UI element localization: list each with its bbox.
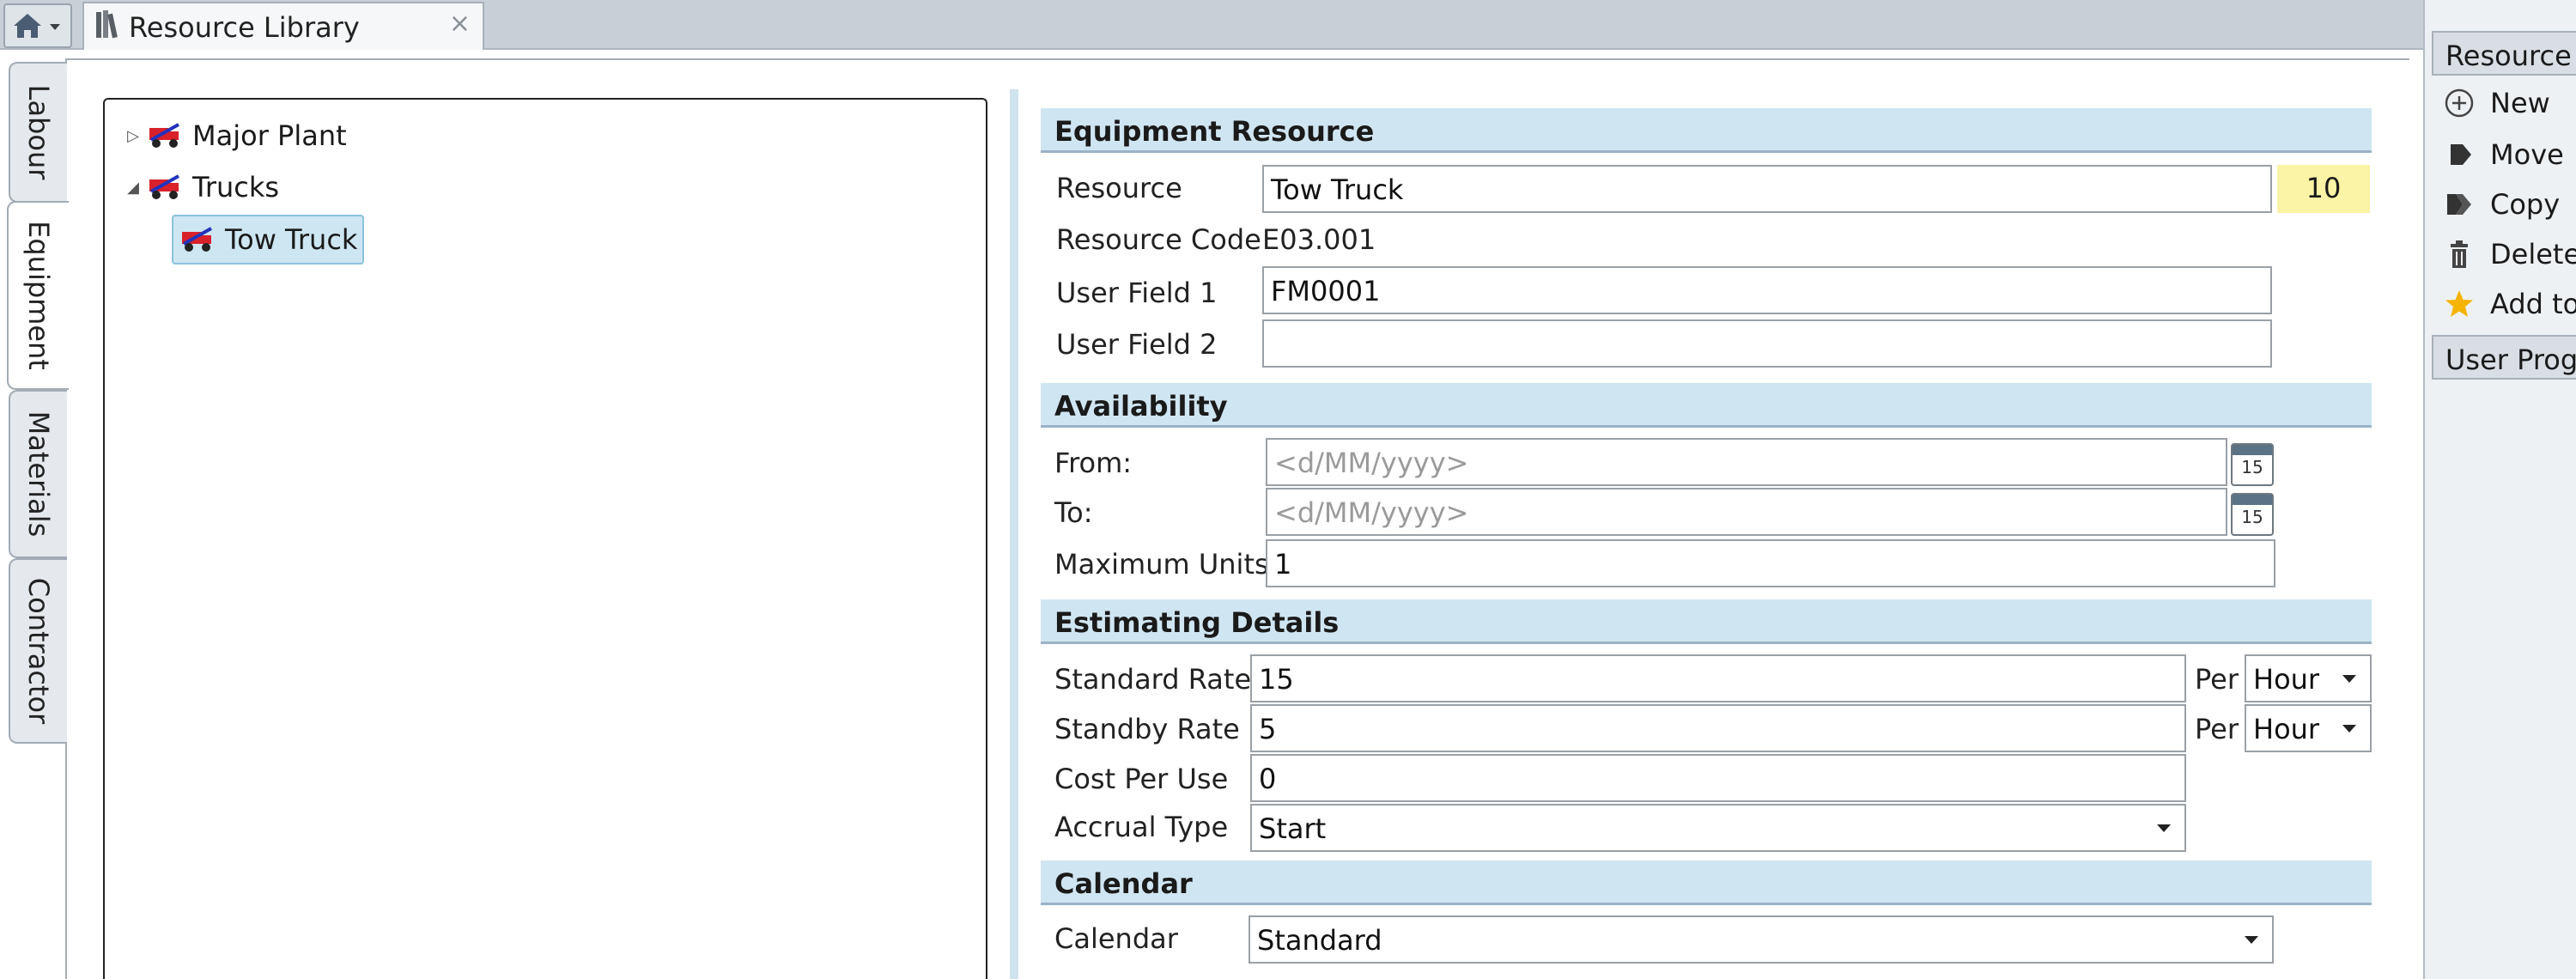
to-date-input[interactable]: <d/MM/yyyy> <box>1266 488 2227 536</box>
to-calendar-icon[interactable]: 15 <box>2231 493 2274 536</box>
copy-resource-button[interactable]: Copy <box>2432 180 2576 228</box>
standby-rate-label: Standby Rate <box>1054 713 1240 745</box>
calendar-select[interactable]: Standard <box>1249 915 2274 964</box>
maximum-units-input[interactable]: 1 <box>1266 539 2275 587</box>
accrual-type-select[interactable]: Start <box>1250 804 2186 852</box>
resource-code-label: Resource Code <box>1056 223 1261 256</box>
standard-rate-label: Standard Rate <box>1054 663 1252 696</box>
side-tab-label: Equipment <box>22 221 55 370</box>
side-tab-contractor[interactable]: Contractor <box>9 558 67 744</box>
maximum-units-label: Maximum Units <box>1054 548 1269 581</box>
truck-icon <box>146 121 184 150</box>
side-tab-label: Labour <box>22 84 55 180</box>
move-resource-button[interactable]: Move <box>2432 131 2576 179</box>
resource-number-badge: 10 <box>2277 165 2370 213</box>
chevron-down-icon <box>2245 936 2258 944</box>
add-to-favourites-button[interactable]: Add to <box>2432 280 2576 328</box>
truck-icon <box>146 173 184 202</box>
cost-per-use-input[interactable]: 0 <box>1250 754 2186 802</box>
to-label: To: <box>1054 496 1093 529</box>
new-label: New <box>2490 87 2550 119</box>
user-field-1-label: User Field 1 <box>1056 277 1218 309</box>
cost-per-use-label: Cost Per Use <box>1054 763 1229 795</box>
close-tab-button[interactable]: × <box>449 9 471 39</box>
delete-label: Delete <box>2490 238 2576 271</box>
resource-name-field[interactable]: Tow Truck <box>1262 165 2272 213</box>
move-label: Move <box>2490 138 2564 171</box>
from-label: From: <box>1054 447 1133 479</box>
tree-node-trucks[interactable]: ◢ Trucks <box>120 165 279 210</box>
home-menu-button[interactable] <box>3 3 72 48</box>
standard-rate-input[interactable]: 15 <box>1250 654 2186 702</box>
new-resource-button[interactable]: New <box>2432 79 2576 127</box>
user-field-2-input[interactable] <box>1262 319 2272 368</box>
panel-splitter[interactable] <box>1010 89 1018 979</box>
tree-node-label: Tow Truck <box>225 223 358 256</box>
chevron-down-icon <box>2342 675 2356 683</box>
delete-resource-button[interactable]: Delete <box>2432 230 2576 278</box>
truck-icon <box>179 225 216 254</box>
user-field-2-label: User Field 2 <box>1056 328 1218 361</box>
from-date-input[interactable]: <d/MM/yyyy> <box>1266 438 2227 486</box>
tree-node-label: Trucks <box>192 171 280 204</box>
chevron-down-icon <box>2157 824 2171 832</box>
home-icon <box>14 14 60 38</box>
side-tab-materials[interactable]: Materials <box>9 390 67 558</box>
copy-arrows-icon <box>2442 187 2476 222</box>
resource-tree[interactable]: ▷ Major Plant ◢ Trucks Tow Truck <box>103 98 987 979</box>
standby-rate-input[interactable]: 5 <box>1250 704 2186 752</box>
resource-library-actions-header: Resource L <box>2432 31 2576 76</box>
collapse-arrow-icon[interactable]: ◢ <box>120 179 146 197</box>
section-availability: Availability <box>1041 383 2372 428</box>
side-tab-label: Materials <box>22 410 55 538</box>
copy-label: Copy <box>2490 188 2561 221</box>
right-actions-panel: Resource L New Move Copy Delete Add to U… <box>2423 0 2576 979</box>
side-tab-labour[interactable]: Labour <box>9 62 67 203</box>
side-tab-equipment[interactable]: Equipment <box>7 201 69 390</box>
document-tab-resource-library[interactable]: Resource Library × <box>82 2 484 50</box>
plus-circle-icon <box>2442 86 2476 120</box>
section-equipment-resource: Equipment Resource <box>1041 108 2372 153</box>
tree-node-label: Major Plant <box>192 119 347 152</box>
side-tab-label: Contractor <box>22 577 55 725</box>
standard-rate-per-label: Per <box>2195 663 2239 696</box>
chevron-down-icon <box>2342 725 2356 733</box>
move-arrow-icon <box>2442 137 2476 172</box>
section-estimating-details: Estimating Details <box>1041 599 2372 644</box>
resource-label: Resource <box>1056 172 1182 204</box>
section-calendar: Calendar <box>1041 860 2372 905</box>
calendar-label: Calendar <box>1054 922 1178 955</box>
tree-node-tow-truck[interactable]: Tow Truck <box>172 215 365 265</box>
star-icon <box>2442 287 2476 321</box>
library-books-icon <box>96 10 118 39</box>
resource-code-value: E03.001 <box>1262 223 1376 256</box>
from-calendar-icon[interactable]: 15 <box>2231 443 2274 486</box>
add-to-label: Add to <box>2490 288 2576 320</box>
user-field-1-input[interactable]: FM0001 <box>1262 266 2272 314</box>
expand-arrow-icon[interactable]: ▷ <box>120 127 146 145</box>
standby-rate-unit-select[interactable]: Hour <box>2245 704 2372 752</box>
document-tab-title: Resource Library <box>129 11 360 44</box>
trash-icon <box>2442 237 2476 271</box>
standard-rate-unit-select[interactable]: Hour <box>2245 654 2372 702</box>
standby-rate-per-label: Per <box>2195 713 2239 745</box>
tree-node-major-plant[interactable]: ▷ Major Plant <box>120 113 347 158</box>
user-programs-header: User Progr <box>2432 335 2576 380</box>
accrual-type-label: Accrual Type <box>1054 811 1229 843</box>
